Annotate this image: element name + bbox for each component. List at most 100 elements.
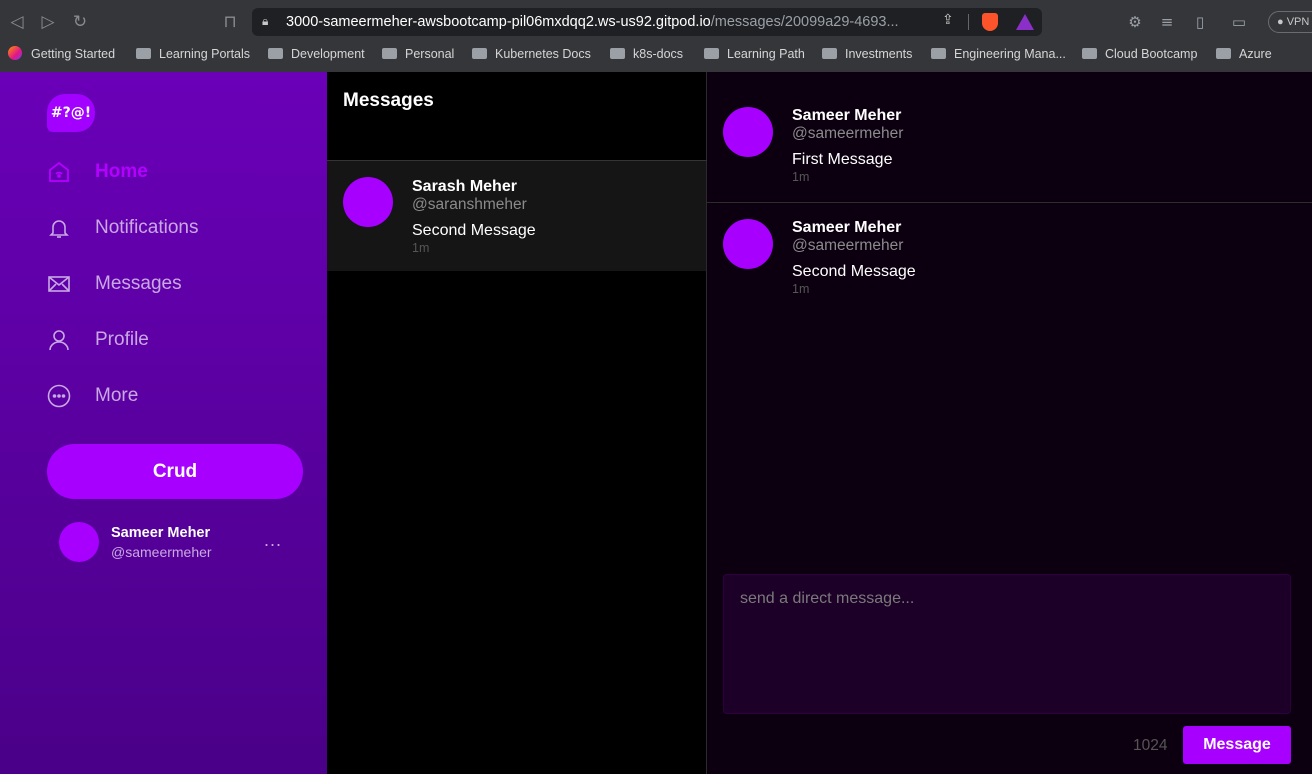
bookmark-label: k8s-docs — [633, 47, 684, 61]
extensions-icon[interactable]: ⚙ — [1125, 12, 1145, 32]
bookmark-learning-portals[interactable]: Learning Portals — [136, 44, 250, 64]
back-icon[interactable]: ◁ — [6, 11, 28, 33]
bookmark-engineering[interactable]: Engineering Mana... — [931, 44, 1066, 64]
group-time: 1m — [412, 241, 430, 255]
firefox-icon — [8, 46, 22, 60]
nav-notifications[interactable]: Notifications — [47, 212, 307, 244]
nav-label: Notifications — [95, 217, 199, 238]
bookmark-azure[interactable]: Azure — [1216, 44, 1272, 64]
bookmark-label: Cloud Bootcamp — [1105, 47, 1198, 61]
message-text: Second Message — [792, 263, 916, 280]
url-path: /messages/20099a29-4693... — [710, 14, 899, 30]
sender-handle: @sameermeher — [792, 237, 904, 254]
bookmarks-bar: Getting Started Learning Portals Develop… — [0, 44, 1312, 64]
sidebar: #?@! Home Notifications Messages Profile… — [0, 72, 327, 774]
folder-icon — [1216, 48, 1231, 59]
group-message: Second Message — [412, 222, 536, 239]
folder-icon — [268, 48, 283, 59]
wallet-icon[interactable]: ▭ — [1229, 12, 1249, 32]
url-divider — [968, 14, 969, 30]
folder-icon — [610, 48, 625, 59]
nav-label: More — [95, 385, 139, 406]
app: #?@! Home Notifications Messages Profile… — [0, 72, 1312, 774]
char-count: 1024 — [1133, 737, 1168, 754]
bookmark-personal[interactable]: Personal — [382, 44, 454, 64]
sender-handle: @sameermeher — [792, 125, 904, 142]
vpn-label: VPN — [1286, 16, 1310, 28]
bookmark-label: Investments — [845, 47, 913, 61]
message-text: First Message — [792, 151, 893, 168]
bookmark-learning-path[interactable]: Learning Path — [704, 44, 805, 64]
bookmark-label: Learning Path — [727, 47, 805, 61]
folder-icon — [704, 48, 719, 59]
vpn-button[interactable]: ● VPN — [1268, 11, 1312, 33]
logo[interactable]: #?@! — [47, 94, 95, 132]
folder-icon — [472, 48, 487, 59]
folder-icon — [1082, 48, 1097, 59]
profile-handle: @sameermeher — [111, 544, 212, 560]
bookmark-kubernetes-docs[interactable]: Kubernetes Docs — [472, 44, 591, 64]
bookmark-label: Personal — [405, 47, 455, 61]
message-input[interactable] — [724, 575, 1290, 713]
bookmark-investments[interactable]: Investments — [822, 44, 912, 64]
avatar — [343, 177, 393, 227]
bookmark-k8s-docs[interactable]: k8s-docs — [610, 44, 683, 64]
group-handle: @saranshmeher — [412, 196, 527, 213]
page-title: Messages — [343, 90, 434, 111]
send-message-button[interactable]: Message — [1183, 726, 1291, 764]
thread-message: Sameer Meher @sameermeher First Message … — [707, 90, 1312, 202]
user-icon — [47, 328, 71, 352]
browser-chrome: ◁ ▷ ↻ ⊓ 🔒︎ 3000-sameermeher-awsbootcamp-… — [0, 0, 1312, 72]
nav-home[interactable]: Home — [47, 156, 307, 188]
bell-icon — [47, 216, 71, 240]
thread-message: Sameer Meher @sameermeher Second Message… — [707, 202, 1312, 314]
message-time: 1m — [792, 170, 810, 184]
nav-label: Home — [95, 161, 148, 182]
profile-card[interactable]: Sameer Meher @sameermeher ... — [59, 522, 299, 564]
playlist-icon[interactable]: ≡ — [1157, 12, 1177, 32]
bookmark-label: Learning Portals — [159, 47, 251, 61]
message-time: 1m — [792, 282, 810, 296]
nav-more[interactable]: More — [47, 380, 307, 412]
bookmark-development[interactable]: Development — [268, 44, 365, 64]
avatar — [59, 522, 99, 562]
bookmark-label: Azure — [1239, 47, 1272, 61]
browser-toolbar: ◁ ▷ ↻ ⊓ 🔒︎ 3000-sameermeher-awsbootcamp-… — [0, 0, 1312, 44]
folder-icon — [931, 48, 946, 59]
bookmark-label: Getting Started — [31, 47, 116, 61]
bookmark-label: Development — [291, 47, 365, 61]
home-icon — [47, 160, 71, 184]
url-host: 3000-sameermeher-awsbootcamp-pil06mxdqq2… — [286, 14, 711, 30]
more-circle-icon — [47, 384, 71, 408]
share-icon[interactable]: ⇪ — [942, 12, 954, 28]
message-groups-pane: Messages Sarash Meher @saranshmeher Seco… — [327, 72, 707, 774]
reload-icon[interactable]: ↻ — [69, 11, 91, 33]
bookmark-label: Engineering Mana... — [954, 47, 1066, 61]
profile-more-button[interactable]: ... — [264, 530, 282, 551]
nav-label: Messages — [95, 273, 182, 294]
message-form — [723, 574, 1291, 714]
nav-messages[interactable]: Messages — [47, 268, 307, 300]
avatar — [723, 219, 773, 269]
crud-button[interactable]: Crud — [47, 444, 303, 499]
avatar — [723, 107, 773, 157]
lock-icon: 🔒︎ — [262, 14, 269, 28]
brave-shield-icon[interactable] — [982, 13, 998, 31]
bookmark-label: Kubernetes Docs — [495, 47, 591, 61]
forward-icon[interactable]: ▷ — [37, 11, 59, 33]
bookmark-cloud-bootcamp[interactable]: Cloud Bootcamp — [1082, 44, 1197, 64]
group-name: Sarash Meher — [412, 178, 517, 195]
folder-icon — [382, 48, 397, 59]
address-bar[interactable]: 🔒︎ 3000-sameermeher-awsbootcamp-pil06mxd… — [252, 8, 1042, 36]
folder-icon — [822, 48, 837, 59]
sidebar-toggle-icon[interactable]: ▯ — [1190, 12, 1210, 32]
nav-profile[interactable]: Profile — [47, 324, 307, 356]
envelope-icon — [47, 272, 71, 296]
sender-name: Sameer Meher — [792, 107, 902, 124]
url-text[interactable]: 3000-sameermeher-awsbootcamp-pil06mxdqq2… — [286, 14, 936, 30]
bookmark-getting-started[interactable]: Getting Started — [8, 44, 115, 64]
nav-label: Profile — [95, 329, 149, 350]
message-group-item[interactable]: Sarash Meher @saranshmeher Second Messag… — [327, 161, 706, 271]
bookmark-icon[interactable]: ⊓ — [219, 11, 241, 33]
brave-rewards-icon[interactable] — [1016, 14, 1034, 30]
